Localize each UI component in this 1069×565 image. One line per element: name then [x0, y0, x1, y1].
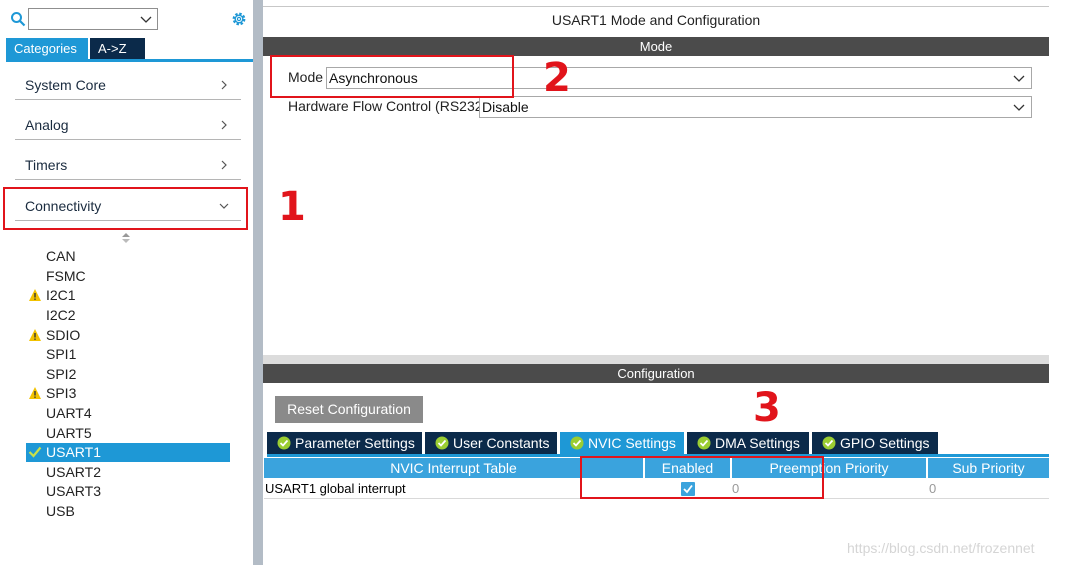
tab-gpio-settings[interactable]: GPIO Settings — [812, 432, 938, 454]
tab-parameter-settings[interactable]: Parameter Settings — [267, 432, 422, 454]
warning-icon — [29, 387, 41, 399]
peripheral-item-uart4[interactable]: UART4 — [26, 404, 230, 423]
interrupt-name: USART1 global interrupt — [265, 481, 406, 496]
check-circle-icon — [570, 436, 584, 450]
peripheral-label: SPI2 — [46, 366, 77, 382]
peripheral-item-usart3[interactable]: USART3 — [26, 482, 230, 501]
tab-user-constants[interactable]: User Constants — [425, 432, 557, 454]
configuration-section-bar: Configuration — [263, 364, 1049, 383]
peripheral-label: FSMC — [46, 268, 86, 284]
peripheral-label: UART5 — [46, 425, 92, 441]
sub-priority-value[interactable]: 0 — [929, 479, 936, 499]
chevron-down-icon — [1013, 104, 1025, 111]
peripheral-label: SPI3 — [46, 385, 77, 401]
peripheral-item-sdio[interactable]: SDIO — [26, 326, 230, 345]
check-circle-icon — [277, 436, 291, 450]
peripheral-item-usb[interactable]: USB — [26, 502, 230, 521]
category-system-core[interactable]: System Core — [15, 70, 241, 100]
gear-icon[interactable] — [230, 10, 248, 28]
check-circle-icon — [697, 436, 711, 450]
peripheral-label: CAN — [46, 248, 76, 264]
search-icon[interactable] — [10, 11, 26, 27]
tab-categories[interactable]: Categories — [6, 38, 88, 59]
peripheral-label: USART1 — [46, 444, 101, 460]
peripheral-item-fsmc[interactable]: FSMC — [26, 267, 230, 286]
annotation-box-3 — [580, 456, 824, 499]
peripheral-item-i2c1[interactable]: I2C1 — [26, 286, 230, 305]
panel-splitter[interactable] — [253, 0, 263, 565]
category-tabs: Categories A->Z — [6, 38, 254, 62]
divider — [263, 6, 1049, 7]
peripheral-label: USB — [46, 503, 75, 519]
left-panel: Categories A->Z System Core Analog Timer… — [0, 0, 254, 565]
watermark: https://blog.csdn.net/frozennet — [847, 540, 1035, 556]
mode-section-bar: Mode — [263, 37, 1049, 56]
peripheral-item-spi2[interactable]: SPI2 — [26, 365, 230, 384]
hw-flow-control-label: Hardware Flow Control (RS232) — [288, 98, 488, 114]
category-label: System Core — [25, 77, 106, 93]
table-header-sub-priority[interactable]: Sub Priority — [928, 458, 1049, 478]
tab-label: DMA Settings — [715, 435, 800, 451]
tab-label: Parameter Settings — [295, 435, 415, 451]
page-title: USART1 Mode and Configuration — [551, 12, 761, 28]
category-label: Timers — [25, 157, 68, 173]
tab-label: NVIC Settings — [588, 435, 676, 451]
category-label: Analog — [25, 117, 69, 133]
tab-dma-settings[interactable]: DMA Settings — [687, 432, 809, 454]
chevron-right-icon — [221, 80, 227, 90]
search-row — [6, 8, 246, 32]
tab-a-to-z[interactable]: A->Z — [90, 38, 145, 59]
peripheral-item-i2c2[interactable]: I2C2 — [26, 306, 230, 325]
peripheral-label: SPI1 — [46, 346, 77, 362]
peripheral-item-uart5[interactable]: UART5 — [26, 424, 230, 443]
peripheral-item-usart1[interactable]: USART1 — [26, 443, 230, 462]
annotation-number-1: 1 — [278, 184, 306, 230]
chevron-down-icon — [1013, 75, 1025, 82]
peripheral-label: I2C1 — [46, 287, 76, 303]
warning-icon — [29, 329, 41, 341]
warning-icon — [29, 289, 41, 301]
peripheral-label: SDIO — [46, 327, 81, 343]
check-icon — [28, 446, 42, 458]
configuration-tabs: Parameter Settings User Constants NVIC S… — [267, 432, 1049, 457]
category-analog[interactable]: Analog — [15, 110, 241, 140]
section-splitter[interactable] — [263, 355, 1049, 364]
chevron-right-icon — [221, 120, 227, 130]
reset-configuration-button[interactable]: Reset Configuration — [275, 396, 423, 423]
annotation-box-1 — [3, 187, 248, 230]
tab-label: GPIO Settings — [840, 435, 930, 451]
chevron-right-icon — [221, 160, 227, 170]
peripheral-label: I2C2 — [46, 307, 76, 323]
annotation-box-2 — [270, 55, 514, 98]
category-timers[interactable]: Timers — [15, 150, 241, 180]
peripheral-label: USART2 — [46, 464, 101, 480]
tab-nvic-settings[interactable]: NVIC Settings — [560, 432, 684, 454]
peripheral-item-spi3[interactable]: SPI3 — [26, 384, 230, 403]
chevron-down-icon[interactable] — [140, 13, 152, 25]
check-circle-icon — [435, 436, 449, 450]
check-circle-icon — [822, 436, 836, 450]
peripheral-label: USART3 — [46, 483, 101, 499]
peripheral-item-can[interactable]: CAN — [26, 247, 230, 266]
hw-flow-control-value: Disable — [482, 99, 529, 115]
annotation-number-2: 2 — [543, 55, 571, 101]
peripheral-label: UART4 — [46, 405, 92, 421]
search-input[interactable] — [28, 8, 158, 30]
annotation-number-3: 3 — [753, 385, 781, 431]
sort-handle-icon[interactable] — [121, 232, 131, 244]
peripheral-item-spi1[interactable]: SPI1 — [26, 345, 230, 364]
tab-label: User Constants — [453, 435, 550, 451]
peripheral-item-usart2[interactable]: USART2 — [26, 463, 230, 482]
